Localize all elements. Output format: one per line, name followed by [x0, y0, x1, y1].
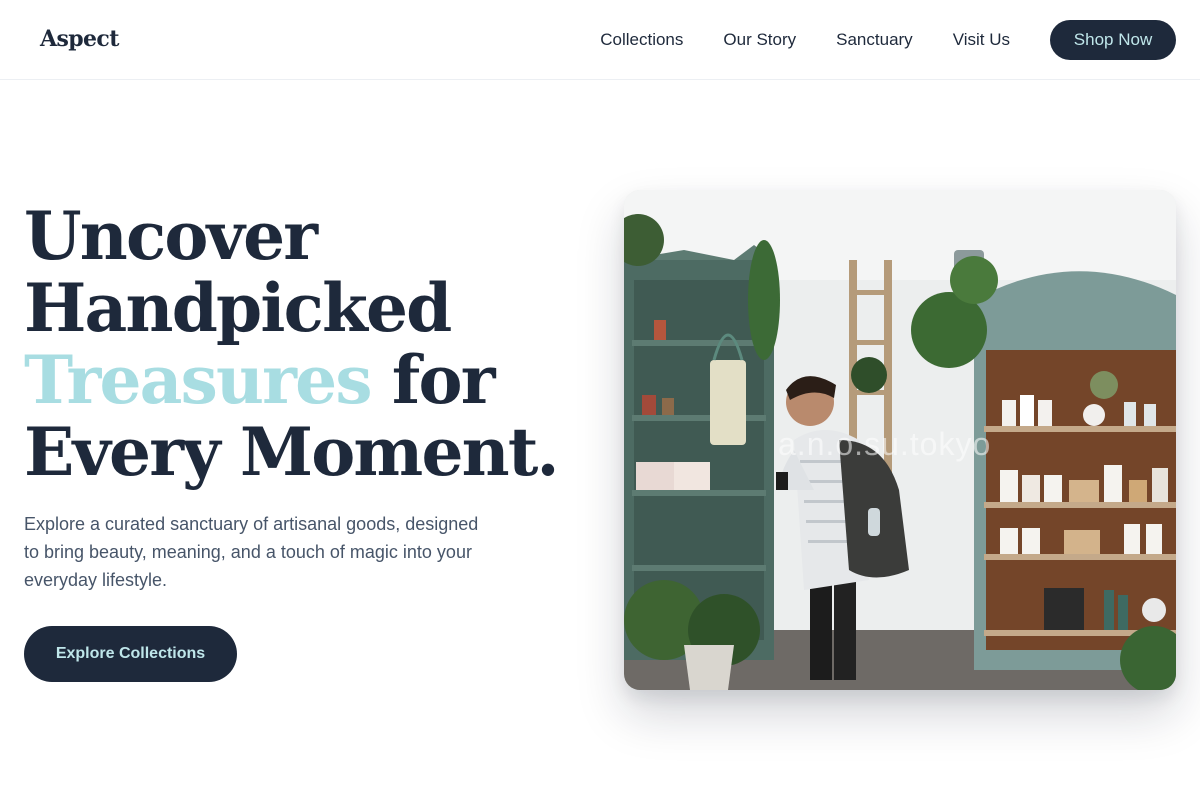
hero-title-line-2: Handpicked — [24, 269, 452, 347]
site-header: Aspect Collections Our Story Sanctuary V… — [0, 0, 1200, 80]
nav-link-collections[interactable]: Collections — [600, 30, 683, 50]
shop-now-button[interactable]: Shop Now — [1050, 20, 1176, 60]
main-nav: Collections Our Story Sanctuary Visit Us… — [600, 20, 1176, 60]
hero-title-line-1: Uncover — [24, 197, 318, 275]
nav-link-sanctuary[interactable]: Sanctuary — [836, 30, 913, 50]
hero-title-line-4: Every Moment. — [24, 413, 560, 491]
nav-link-visit-us[interactable]: Visit Us — [953, 30, 1010, 50]
hero-title-line-3: Treasures for — [24, 344, 584, 416]
hero-description: Explore a curated sanctuary of artisanal… — [24, 514, 479, 590]
hero-title-after-accent: for — [370, 341, 496, 419]
image-watermark: a.n.o.su.tokyo — [778, 426, 992, 462]
explore-collections-button[interactable]: Explore Collections — [24, 626, 237, 682]
hero-title: Uncover Handpicked Treasures for Every M… — [24, 200, 584, 488]
brand-logo[interactable]: Aspect — [40, 26, 119, 52]
hero-image: a.n.o.su.tokyo — [624, 190, 1176, 690]
nav-link-our-story[interactable]: Our Story — [723, 30, 796, 50]
hero-title-accent: Treasures — [24, 341, 373, 419]
